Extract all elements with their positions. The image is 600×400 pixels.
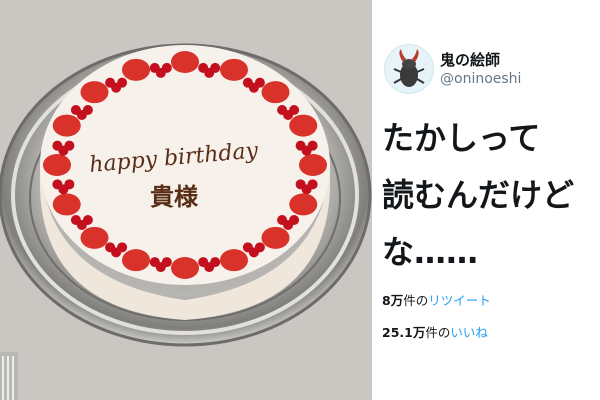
strawberry xyxy=(261,81,290,104)
strawberry xyxy=(289,114,318,137)
tweet-text-line: たかしって xyxy=(382,119,541,157)
red-currant xyxy=(289,215,300,226)
strawberry xyxy=(289,193,318,216)
red-currant xyxy=(210,257,221,268)
cake-writing-line2: 貴様 xyxy=(150,183,199,211)
strawberry xyxy=(52,193,81,216)
red-currant xyxy=(307,179,318,190)
red-currant xyxy=(161,62,172,73)
like-number: 25.1万 xyxy=(382,325,426,340)
red-currant xyxy=(117,242,128,253)
retweet-count[interactable]: 8万件のリツイート xyxy=(382,290,491,309)
red-currant xyxy=(254,242,265,253)
tweet-card: 鬼の絵師 @oninoeshi たかしって 読むんだけど な…… 8万件のリツイ… xyxy=(372,0,600,400)
red-currant xyxy=(161,257,172,268)
like-count[interactable]: 25.1万件のいいね xyxy=(382,322,488,341)
red-currant xyxy=(64,140,75,151)
strawberry xyxy=(43,154,71,176)
stag-beetle-icon xyxy=(393,49,425,87)
strawberry xyxy=(219,249,248,272)
red-currant xyxy=(82,215,93,226)
cake-photo: happy birthday 貴様 xyxy=(0,0,372,400)
strawberry xyxy=(171,257,199,279)
retweet-number: 8万 xyxy=(382,293,404,308)
retweet-label: リツイート xyxy=(428,293,491,308)
red-currant xyxy=(82,104,93,115)
strawberry xyxy=(122,249,151,272)
strawberry xyxy=(122,58,151,81)
tweet-text: たかしって 読むんだけど な…… xyxy=(382,110,596,281)
red-currant xyxy=(210,62,221,73)
display-name[interactable]: 鬼の絵師 xyxy=(440,49,500,70)
tweet-text-line: な…… xyxy=(382,233,479,271)
user-handle[interactable]: @oninoeshi xyxy=(440,71,521,87)
strawberry xyxy=(219,58,248,81)
like-suffix: 件の xyxy=(425,325,451,340)
strawberry xyxy=(52,114,81,137)
like-label: いいね xyxy=(450,325,488,340)
strawberry xyxy=(299,154,327,176)
strawberry xyxy=(80,81,109,104)
red-currant xyxy=(289,104,300,115)
retweet-suffix: 件の xyxy=(403,293,429,308)
red-currant xyxy=(307,140,318,151)
red-currant xyxy=(117,77,128,88)
tweet-text-line: 読むんだけど xyxy=(382,176,575,214)
fork xyxy=(0,352,18,400)
strawberry xyxy=(80,226,109,249)
avatar[interactable] xyxy=(384,44,434,94)
red-currant xyxy=(254,77,265,88)
strawberry xyxy=(171,51,199,73)
cake-image: happy birthday 貴様 xyxy=(0,0,372,400)
strawberry xyxy=(261,226,290,249)
red-currant xyxy=(64,179,75,190)
